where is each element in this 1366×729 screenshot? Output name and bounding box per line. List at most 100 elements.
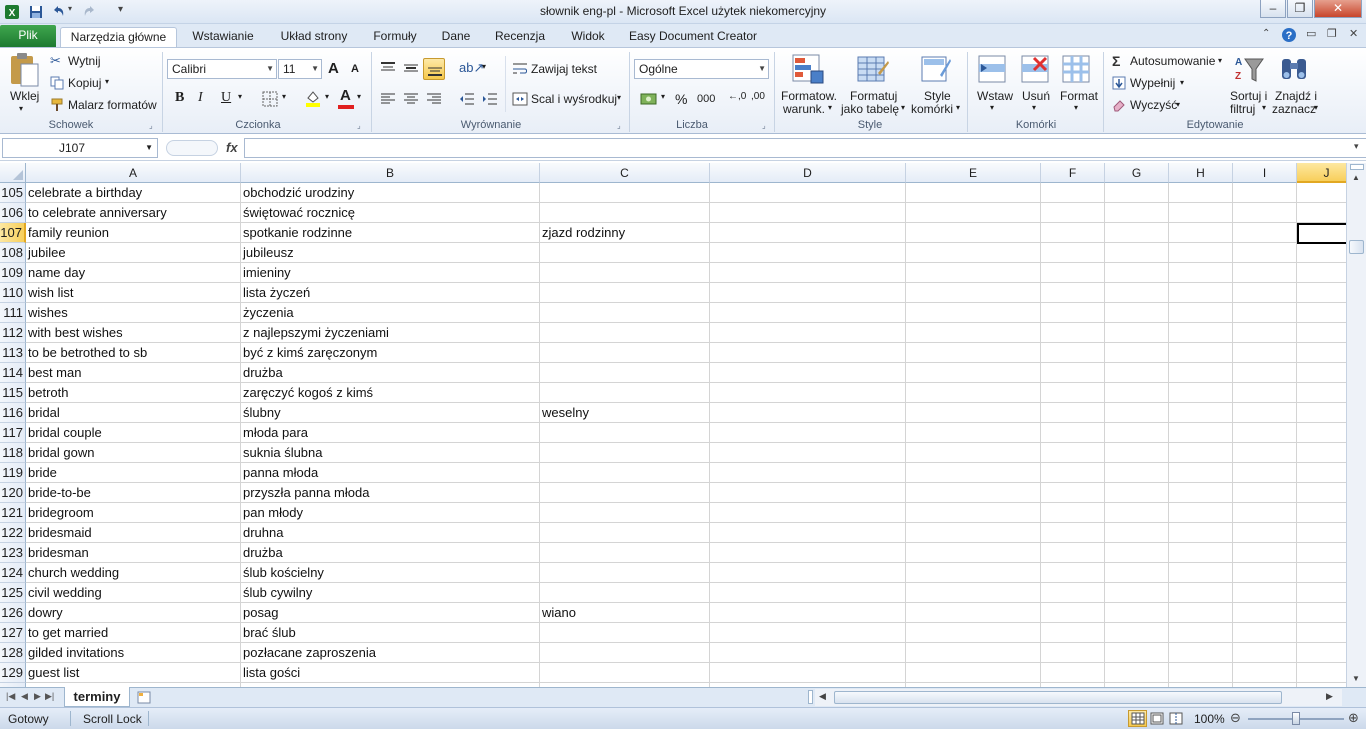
cell-a[interactable]: church wedding bbox=[26, 563, 241, 583]
number-format-select[interactable]: Ogólne ▼ bbox=[634, 59, 769, 79]
row-header[interactable]: 107 bbox=[0, 223, 26, 243]
cell-b[interactable]: drużba bbox=[241, 363, 540, 383]
prev-sheet-icon[interactable]: ◀ bbox=[21, 691, 28, 702]
cell-c[interactable] bbox=[540, 183, 710, 203]
cell-f[interactable] bbox=[1041, 643, 1105, 663]
cell-e[interactable] bbox=[906, 243, 1041, 263]
cell-e[interactable] bbox=[906, 343, 1041, 363]
clear-dropdown-icon[interactable]: ▾ bbox=[1176, 100, 1180, 109]
cell-h[interactable] bbox=[1169, 643, 1233, 663]
cell-d[interactable] bbox=[710, 383, 906, 403]
cell-i[interactable] bbox=[1233, 523, 1297, 543]
page-layout-view-icon[interactable] bbox=[1150, 712, 1164, 725]
workbook-restore-icon[interactable]: ❐ bbox=[1327, 27, 1337, 40]
clear-button[interactable]: Wyczyść bbox=[1130, 98, 1177, 112]
cell-b[interactable]: lista gości bbox=[241, 663, 540, 683]
cell-a[interactable]: civil wedding bbox=[26, 583, 241, 603]
tab-formulas[interactable]: Formuły bbox=[365, 27, 425, 47]
cell-i[interactable] bbox=[1233, 583, 1297, 603]
find-select-label-2[interactable]: zaznacz bbox=[1272, 102, 1316, 116]
scroll-up-icon[interactable]: ▲ bbox=[1352, 173, 1360, 182]
cell-h[interactable] bbox=[1169, 603, 1233, 623]
row-header[interactable]: 128 bbox=[0, 643, 26, 663]
cell-i[interactable] bbox=[1233, 483, 1297, 503]
cell-a[interactable]: family reunion bbox=[26, 223, 241, 243]
cell-c[interactable] bbox=[540, 643, 710, 663]
cell-b[interactable]: imieniny bbox=[241, 263, 540, 283]
cell-h[interactable] bbox=[1169, 383, 1233, 403]
font-color-button[interactable]: A bbox=[340, 87, 351, 104]
cell-h[interactable] bbox=[1169, 463, 1233, 483]
cell-e[interactable] bbox=[906, 303, 1041, 323]
vertical-scrollbar[interactable]: ▲ ▼ bbox=[1346, 163, 1366, 687]
cell-f[interactable] bbox=[1041, 483, 1105, 503]
tab-home[interactable]: Narzędzia główne bbox=[60, 27, 177, 47]
shrink-font-button[interactable]: A bbox=[351, 63, 359, 75]
column-header-a[interactable]: A bbox=[26, 163, 241, 183]
cell-g[interactable] bbox=[1105, 243, 1169, 263]
cell-c[interactable] bbox=[540, 283, 710, 303]
cell-f[interactable] bbox=[1041, 523, 1105, 543]
cell-g[interactable] bbox=[1105, 543, 1169, 563]
column-header-d[interactable]: D bbox=[710, 163, 906, 183]
cell-h[interactable] bbox=[1169, 223, 1233, 243]
cell-g[interactable] bbox=[1105, 423, 1169, 443]
cell-g[interactable] bbox=[1105, 203, 1169, 223]
column-header-g[interactable]: G bbox=[1105, 163, 1169, 183]
cell-h[interactable] bbox=[1169, 423, 1233, 443]
cell-e[interactable] bbox=[906, 643, 1041, 663]
cell-e[interactable] bbox=[906, 543, 1041, 563]
cell-a[interactable]: bridal gown bbox=[26, 443, 241, 463]
minimize-button[interactable]: – bbox=[1260, 0, 1286, 18]
underline-dropdown-icon[interactable]: ▾ bbox=[238, 92, 242, 101]
cell-a[interactable]: bridesman bbox=[26, 543, 241, 563]
cell-h[interactable] bbox=[1169, 483, 1233, 503]
cell-a[interactable]: jubilee bbox=[26, 243, 241, 263]
cell-i[interactable] bbox=[1233, 643, 1297, 663]
cell-g[interactable] bbox=[1105, 583, 1169, 603]
row-header[interactable]: 127 bbox=[0, 623, 26, 643]
cell-d[interactable] bbox=[710, 303, 906, 323]
cell-e[interactable] bbox=[906, 383, 1041, 403]
cell-h[interactable] bbox=[1169, 263, 1233, 283]
cell-f[interactable] bbox=[1041, 323, 1105, 343]
column-header-h[interactable]: H bbox=[1169, 163, 1233, 183]
cell-f[interactable] bbox=[1041, 443, 1105, 463]
number-launcher-icon[interactable]: ⌟ bbox=[762, 121, 766, 130]
sheet-tab-terminy[interactable]: terminy bbox=[64, 687, 130, 707]
cell-c[interactable] bbox=[540, 303, 710, 323]
cell-b[interactable]: brać ślub bbox=[241, 623, 540, 643]
cell-i[interactable] bbox=[1233, 603, 1297, 623]
cell-b[interactable]: świętować rocznicę bbox=[241, 203, 540, 223]
cell-a[interactable]: to get married bbox=[26, 623, 241, 643]
format-painter-button[interactable]: Malarz formatów bbox=[68, 98, 157, 112]
cell-d[interactable] bbox=[710, 323, 906, 343]
cell-g[interactable] bbox=[1105, 563, 1169, 583]
delete-button[interactable]: Usuń bbox=[1022, 89, 1050, 103]
conditional-formatting-label-2[interactable]: warunk. bbox=[783, 102, 825, 116]
cell-g[interactable] bbox=[1105, 223, 1169, 243]
cell-i[interactable] bbox=[1233, 463, 1297, 483]
close-button[interactable]: ✕ bbox=[1314, 0, 1362, 18]
format-as-table-label-2[interactable]: jako tabelę bbox=[841, 102, 899, 116]
cell-a[interactable]: bridegroom bbox=[26, 503, 241, 523]
cell-f[interactable] bbox=[1041, 423, 1105, 443]
cell-f[interactable] bbox=[1041, 503, 1105, 523]
cell-g[interactable] bbox=[1105, 643, 1169, 663]
cell-f[interactable] bbox=[1041, 563, 1105, 583]
cell-d[interactable] bbox=[710, 183, 906, 203]
sort-filter-label-2[interactable]: filtruj bbox=[1230, 102, 1255, 116]
cell-e[interactable] bbox=[906, 203, 1041, 223]
cell-e[interactable] bbox=[906, 283, 1041, 303]
orientation-dropdown-icon[interactable]: ▾ bbox=[482, 62, 486, 71]
cell-b[interactable]: lista życzeń bbox=[241, 283, 540, 303]
active-cell[interactable] bbox=[1297, 223, 1348, 244]
currency-icon[interactable] bbox=[640, 91, 658, 107]
row-header[interactable]: 112 bbox=[0, 323, 26, 343]
cell-g[interactable] bbox=[1105, 383, 1169, 403]
cell-i[interactable] bbox=[1233, 443, 1297, 463]
cell-i[interactable] bbox=[1233, 263, 1297, 283]
cell-h[interactable] bbox=[1169, 583, 1233, 603]
format-button[interactable]: Format bbox=[1060, 89, 1098, 103]
decrease-indent-icon[interactable] bbox=[459, 91, 475, 107]
